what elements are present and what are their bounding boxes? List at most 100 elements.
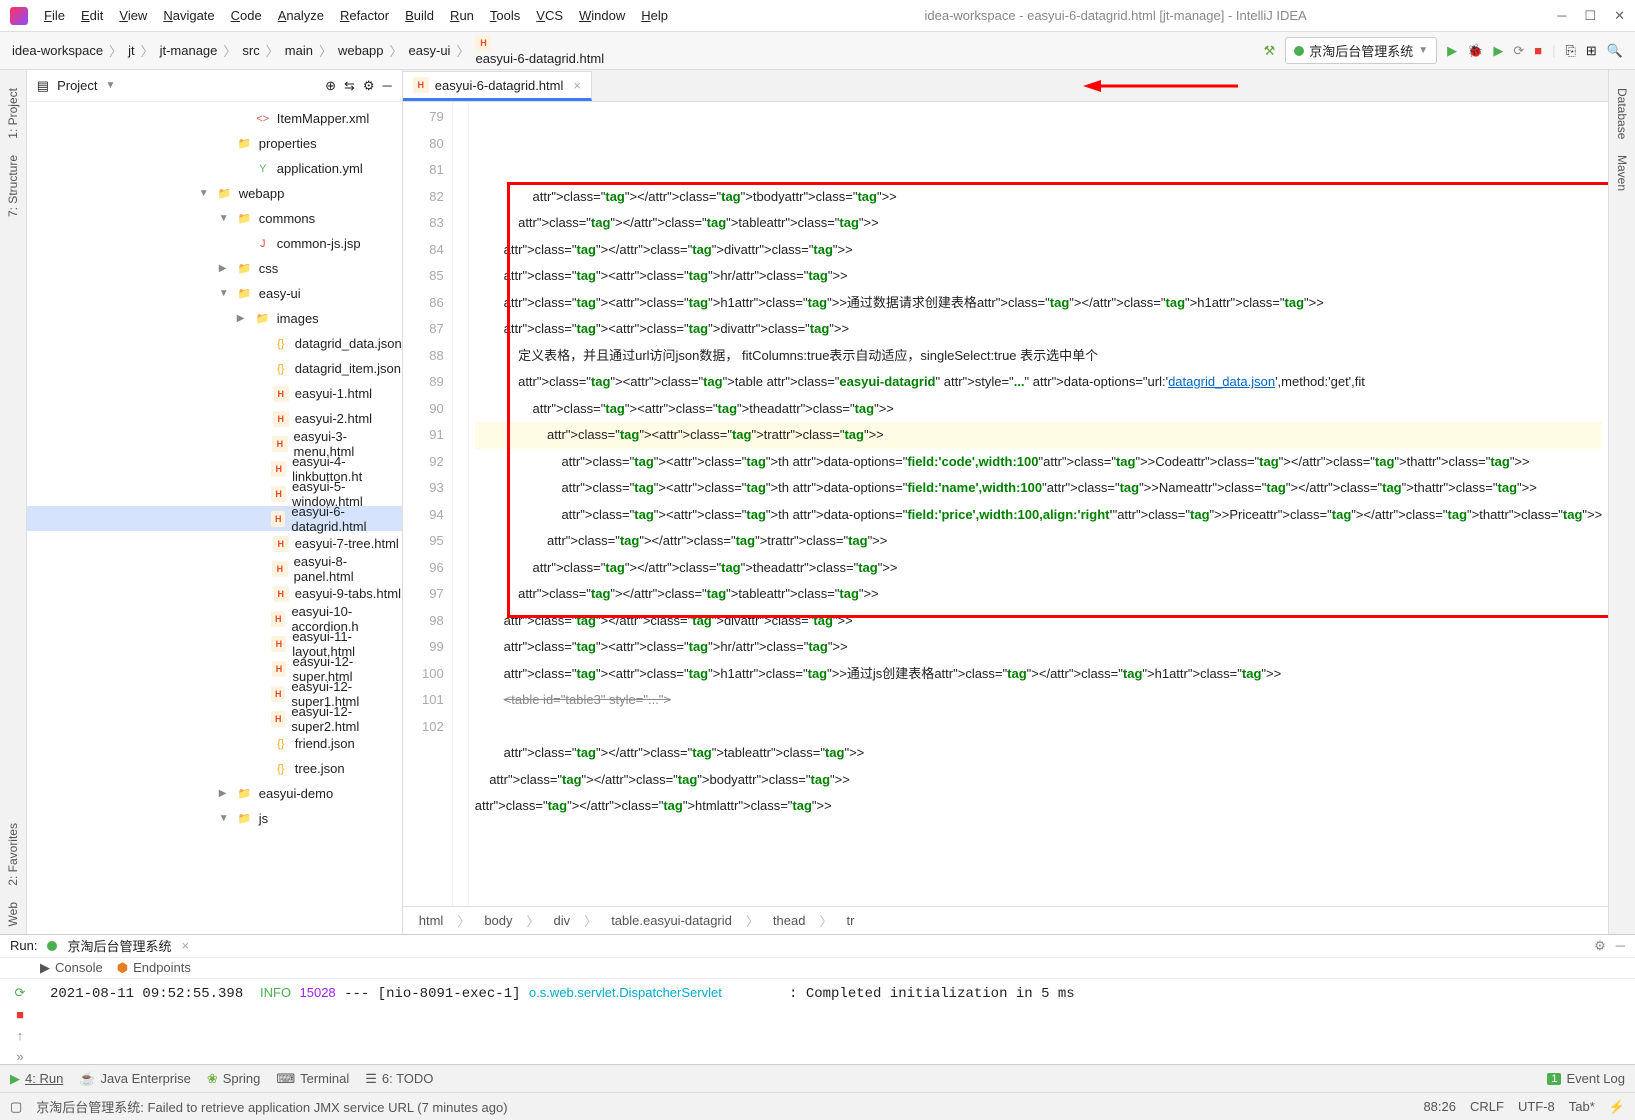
tree-item[interactable]: {}datagrid_data.json bbox=[27, 331, 402, 356]
debug-icon[interactable]: 🐞 bbox=[1467, 43, 1483, 59]
tree-item[interactable]: Heasyui-12-super.html bbox=[27, 656, 402, 681]
status-icon[interactable]: ▢ bbox=[10, 1099, 22, 1115]
up-icon[interactable]: ↑ bbox=[17, 1028, 24, 1043]
event-log-button[interactable]: 1 Event Log bbox=[1547, 1071, 1625, 1086]
web-tool-tab[interactable]: Web bbox=[2, 894, 24, 934]
breadcrumb-item[interactable]: webapp bbox=[338, 43, 384, 58]
run-icon[interactable]: ▶ bbox=[1447, 43, 1457, 59]
editor-tab-active[interactable]: H easyui-6-datagrid.html × bbox=[403, 71, 592, 101]
line-separator[interactable]: CRLF bbox=[1470, 1099, 1504, 1114]
close-icon[interactable]: ✕ bbox=[1614, 8, 1625, 24]
file-encoding[interactable]: UTF-8 bbox=[1518, 1099, 1555, 1114]
todo-tool-button[interactable]: ☰6: TODO bbox=[365, 1071, 433, 1087]
menu-refactor[interactable]: Refactor bbox=[334, 4, 395, 27]
run-tool-button[interactable]: ▶4: Run bbox=[10, 1071, 63, 1087]
breadcrumb-item[interactable]: src bbox=[242, 43, 259, 58]
gear-icon[interactable]: ⚙ bbox=[1594, 938, 1606, 954]
menu-window[interactable]: Window bbox=[573, 4, 631, 27]
breadcrumb-item[interactable]: jt-manage bbox=[160, 43, 218, 58]
maximize-icon[interactable]: ☐ bbox=[1584, 8, 1596, 24]
endpoints-tab[interactable]: ⬢Endpoints bbox=[117, 960, 191, 976]
code-editor[interactable]: 7980818283848586878889909192939495969798… bbox=[403, 102, 1608, 906]
hide-icon[interactable]: ─ bbox=[383, 78, 392, 93]
tree-item[interactable]: Heasyui-3-menu.html bbox=[27, 431, 402, 456]
tree-item[interactable]: <>ItemMapper.xml bbox=[27, 106, 402, 131]
menu-code[interactable]: Code bbox=[225, 4, 268, 27]
tree-item[interactable]: Jcommon-js.jsp bbox=[27, 231, 402, 256]
tree-item[interactable]: 📁properties bbox=[27, 131, 402, 156]
tree-item[interactable]: Heasyui-6-datagrid.html bbox=[27, 506, 402, 531]
minimize-icon[interactable]: ─ bbox=[1557, 8, 1566, 24]
tree-item[interactable]: Heasyui-10-accordion.h bbox=[27, 606, 402, 631]
breadcrumb-item[interactable]: jt bbox=[128, 43, 135, 58]
menu-navigate[interactable]: Navigate bbox=[157, 4, 220, 27]
console-output[interactable]: 2021-08-11 09:52:55.398 INFO 15028 --- [… bbox=[40, 979, 1635, 1064]
tree-item[interactable]: Heasyui-9-tabs.html bbox=[27, 581, 402, 606]
menu-file[interactable]: File bbox=[38, 4, 71, 27]
menu-build[interactable]: Build bbox=[399, 4, 440, 27]
tree-item[interactable]: ▼📁commons bbox=[27, 206, 402, 231]
menu-analyze[interactable]: Analyze bbox=[272, 4, 330, 27]
favorites-tool-tab[interactable]: 2: Favorites bbox=[2, 815, 24, 894]
hide-icon[interactable]: ─ bbox=[1616, 938, 1625, 953]
menu-vcs[interactable]: VCS bbox=[530, 4, 569, 27]
gear-icon[interactable]: ⚙ bbox=[363, 78, 375, 94]
more-icon[interactable]: » bbox=[16, 1049, 23, 1064]
project-tool-tab[interactable]: 1: Project bbox=[2, 80, 24, 147]
caret-position[interactable]: 88:26 bbox=[1423, 1099, 1456, 1114]
tree-item[interactable]: ▶📁easyui-demo bbox=[27, 781, 402, 806]
tree-item[interactable]: {}tree.json bbox=[27, 756, 402, 781]
menu-edit[interactable]: Edit bbox=[75, 4, 109, 27]
coverage-icon[interactable]: ▶ bbox=[1493, 43, 1503, 59]
tree-item[interactable]: Heasyui-5-window.html bbox=[27, 481, 402, 506]
search-icon[interactable]: 🔍 bbox=[1607, 43, 1623, 59]
tree-item[interactable]: ▶📁images bbox=[27, 306, 402, 331]
close-run-tab-icon[interactable]: × bbox=[181, 938, 189, 953]
tree-item[interactable]: Heasyui-7-tree.html bbox=[27, 531, 402, 556]
collapse-icon[interactable]: ⇆ bbox=[344, 78, 355, 94]
tree-item[interactable]: Heasyui-11-layout.html bbox=[27, 631, 402, 656]
tree-item[interactable]: ▼📁js bbox=[27, 806, 402, 831]
indent-mode[interactable]: Tab* bbox=[1569, 1099, 1595, 1114]
close-tab-icon[interactable]: × bbox=[573, 78, 581, 93]
settings-icon[interactable]: ⊞ bbox=[1586, 43, 1597, 59]
profile-icon[interactable]: ⟳ bbox=[1513, 43, 1524, 59]
breadcrumb-item[interactable]: main bbox=[285, 43, 313, 58]
inspection-icon[interactable]: ⚡ bbox=[1609, 1099, 1625, 1115]
run-config-selector[interactable]: 京淘后台管理系统 ▼ bbox=[1285, 37, 1437, 64]
tree-item[interactable]: ▶📁css bbox=[27, 256, 402, 281]
database-tool-tab[interactable]: Database bbox=[1611, 80, 1633, 147]
menu-help[interactable]: Help bbox=[635, 4, 674, 27]
menu-run[interactable]: Run bbox=[444, 4, 480, 27]
editor-crumb-item[interactable]: html bbox=[419, 913, 444, 928]
structure-tool-tab[interactable]: 7: Structure bbox=[2, 147, 24, 225]
rerun-icon[interactable]: ⟳ bbox=[15, 985, 26, 1001]
console-tab[interactable]: ▶Console bbox=[40, 960, 103, 976]
java-ee-tool-button[interactable]: ☕Java Enterprise bbox=[79, 1071, 191, 1087]
tree-item[interactable]: ▼📁easy-ui bbox=[27, 281, 402, 306]
run-config-name[interactable]: 京淘后台管理系统 bbox=[67, 936, 171, 955]
project-tree[interactable]: <>ItemMapper.xml📁propertiesYapplication.… bbox=[27, 102, 402, 934]
maven-tool-tab[interactable]: Maven bbox=[1611, 147, 1633, 199]
tree-item[interactable]: Heasyui-2.html bbox=[27, 406, 402, 431]
breadcrumb-item[interactable]: idea-workspace bbox=[12, 43, 103, 58]
target-icon[interactable]: ⊕ bbox=[325, 78, 336, 94]
git-icon[interactable]: ⎘ bbox=[1566, 43, 1576, 59]
editor-crumb-item[interactable]: body bbox=[484, 913, 512, 928]
editor-crumb-item[interactable]: thead bbox=[773, 913, 806, 928]
tree-item[interactable]: Heasyui-1.html bbox=[27, 381, 402, 406]
tree-item[interactable]: Yapplication.yml bbox=[27, 156, 402, 181]
breadcrumb-item[interactable]: Heasyui-6-datagrid.html bbox=[475, 35, 604, 66]
tree-item[interactable]: {}friend.json bbox=[27, 731, 402, 756]
stop-icon[interactable]: ■ bbox=[1534, 43, 1542, 58]
stop-icon[interactable]: ■ bbox=[16, 1007, 24, 1022]
spring-tool-button[interactable]: ❀Spring bbox=[207, 1071, 260, 1087]
terminal-tool-button[interactable]: ⌨Terminal bbox=[276, 1071, 349, 1087]
menu-view[interactable]: View bbox=[113, 4, 153, 27]
editor-crumb-item[interactable]: div bbox=[554, 913, 571, 928]
tree-item[interactable]: Heasyui-4-linkbutton.ht bbox=[27, 456, 402, 481]
tree-item[interactable]: Heasyui-8-panel.html bbox=[27, 556, 402, 581]
editor-crumb-item[interactable]: tr bbox=[846, 913, 854, 928]
menu-tools[interactable]: Tools bbox=[484, 4, 526, 27]
editor-crumb-item[interactable]: table.easyui-datagrid bbox=[611, 913, 732, 928]
